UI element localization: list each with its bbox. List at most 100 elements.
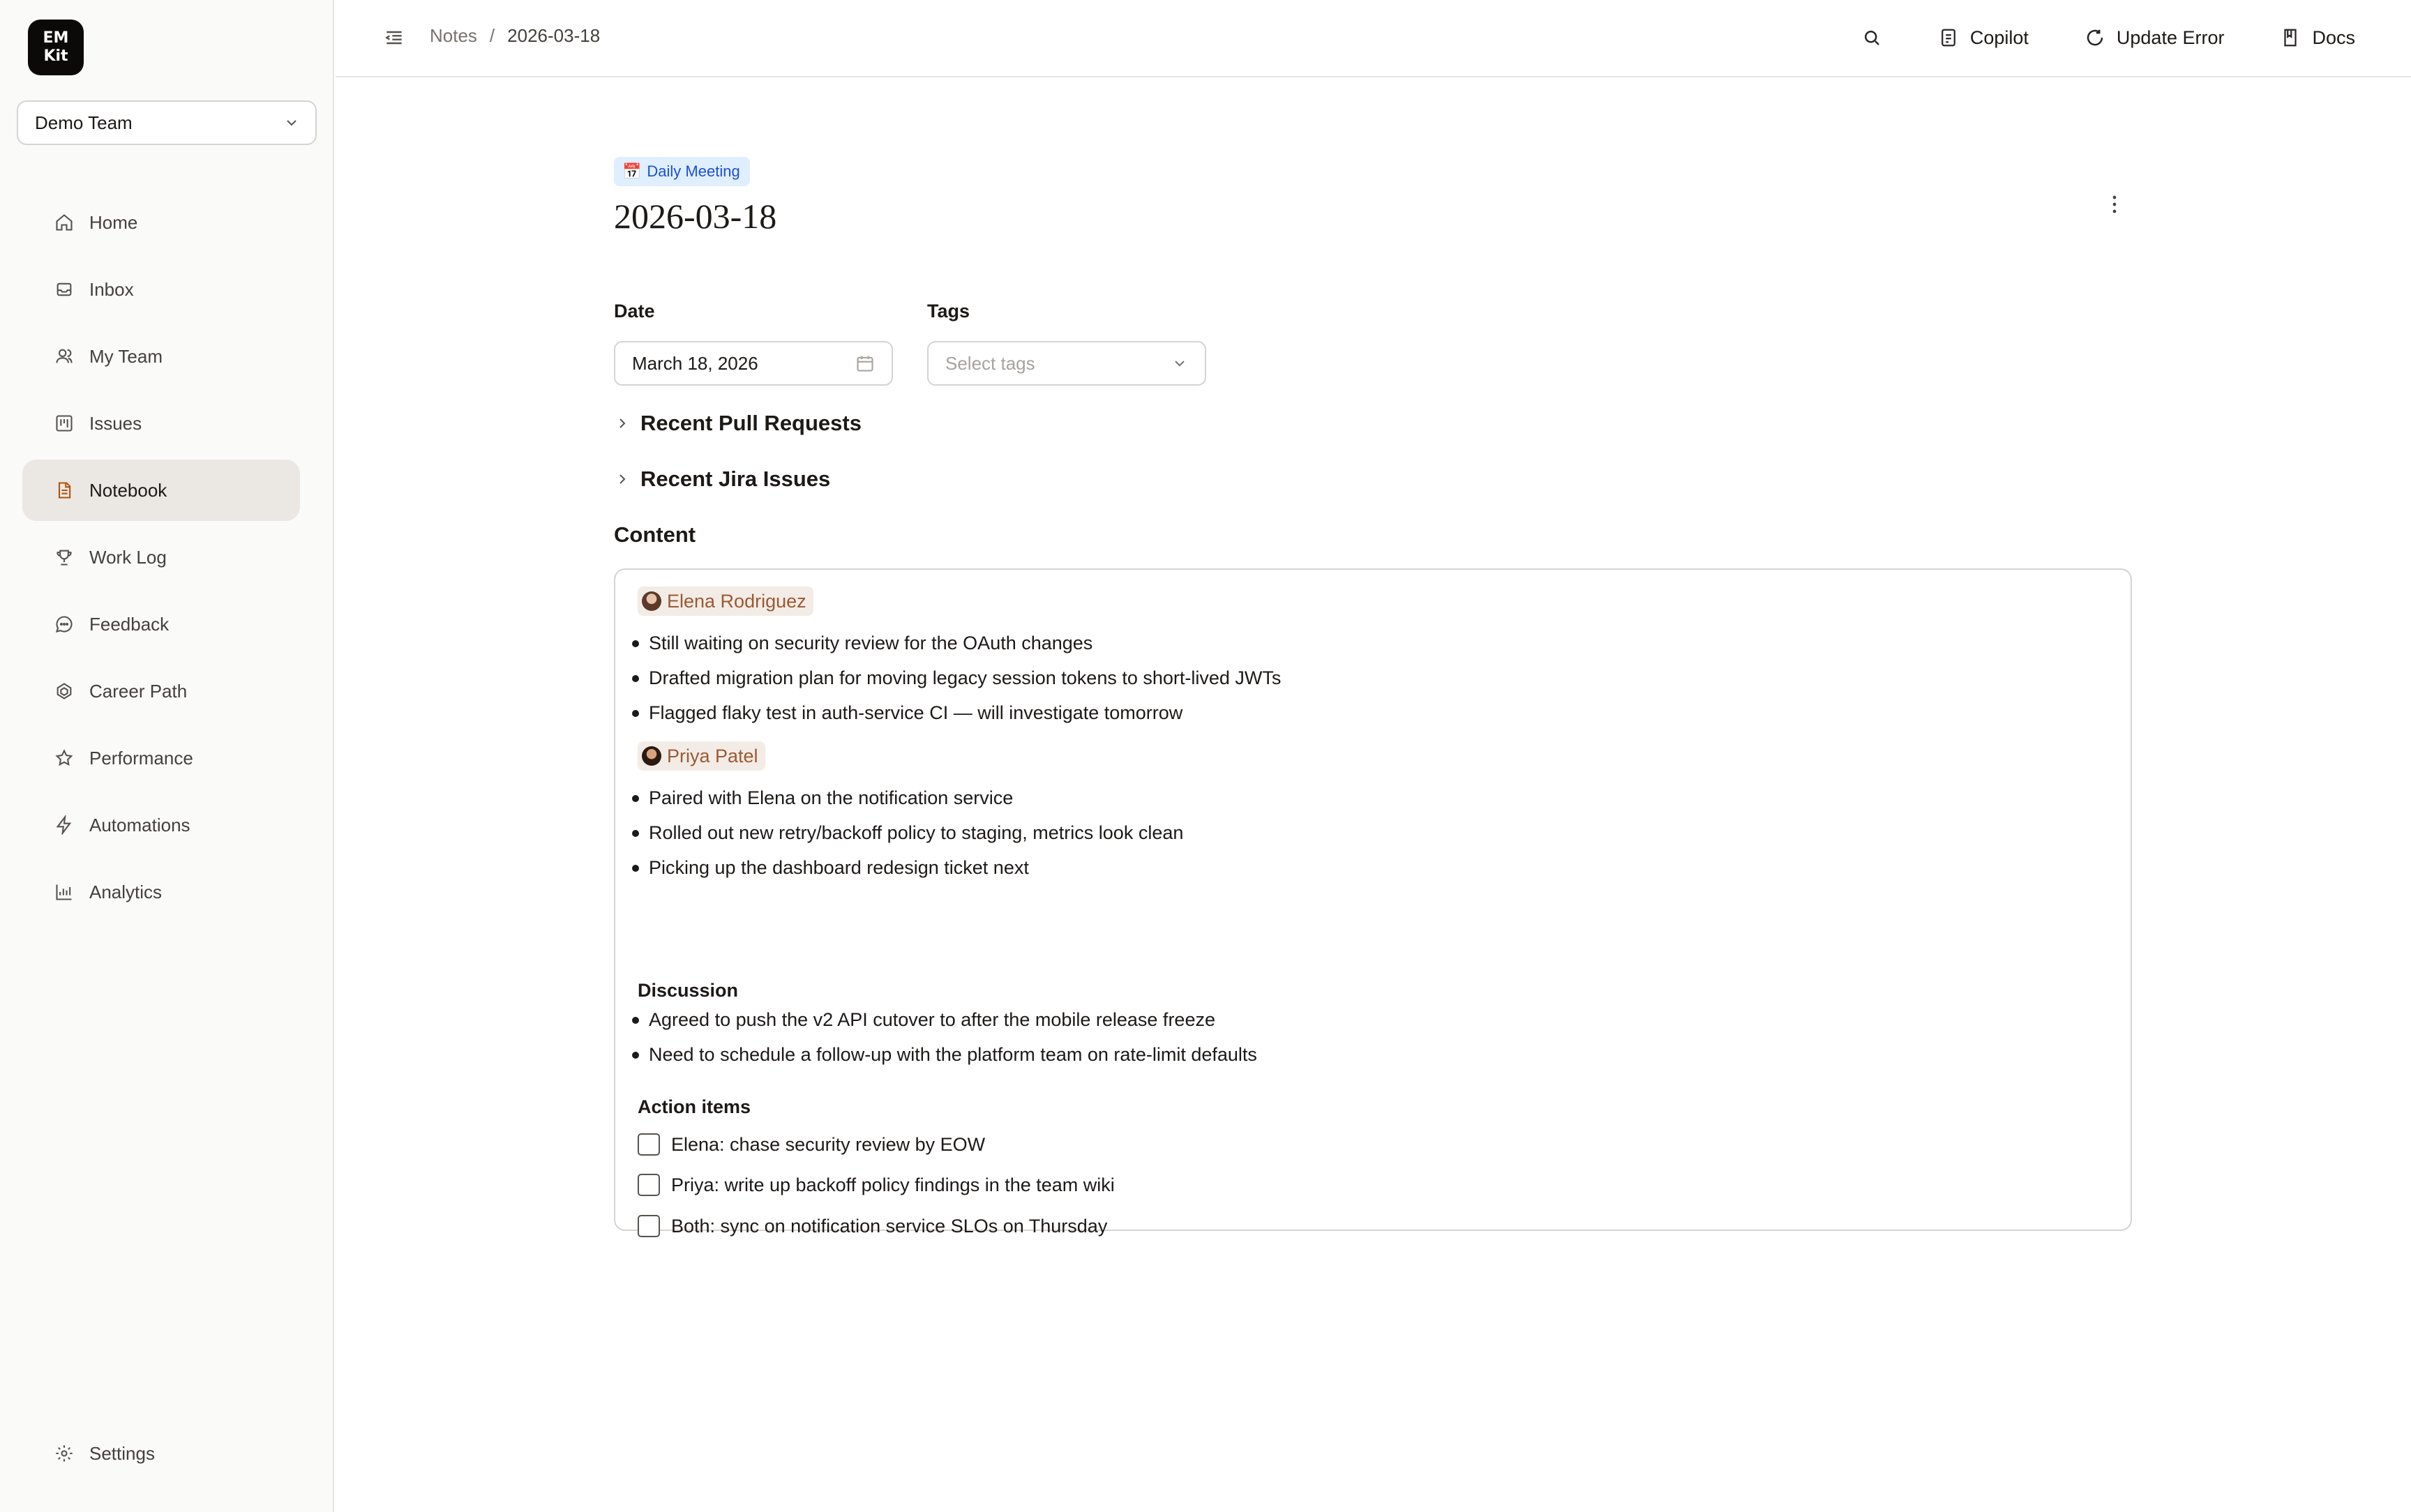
sidebar-item-label: Notebook xyxy=(89,479,167,501)
breadcrumb: Notes / 2026-03-18 xyxy=(430,25,600,47)
breadcrumb-separator: / xyxy=(489,25,495,46)
search-icon[interactable] xyxy=(1861,27,1882,48)
notebook-icon xyxy=(54,481,74,500)
sidebar-item-label: Home xyxy=(89,211,138,233)
tags-select[interactable]: Select tags xyxy=(927,341,1206,386)
sidebar-item-label: Performance xyxy=(89,747,193,769)
chart-icon xyxy=(54,882,74,902)
copilot-icon xyxy=(1938,27,1959,48)
sidebar-toggle-icon[interactable] xyxy=(383,27,405,49)
page-title[interactable]: 2026-03-18 xyxy=(614,196,776,236)
bullet-list: Paired with Elena on the notification se… xyxy=(631,780,1183,885)
chevron-right-icon xyxy=(614,415,631,432)
list-item: Picking up the dashboard redesign ticket… xyxy=(631,850,1183,885)
book-icon xyxy=(2280,27,2301,48)
sidebar-item-analytics[interactable]: Analytics xyxy=(22,861,300,923)
sidebar-item-feedback[interactable]: Feedback xyxy=(22,594,300,655)
calendar-icon xyxy=(855,354,875,373)
date-value: March 18, 2026 xyxy=(632,352,758,374)
breadcrumb-notes[interactable]: Notes xyxy=(430,25,477,47)
docs-label: Docs xyxy=(2312,27,2355,48)
docs-button[interactable]: Docs xyxy=(2280,21,2355,54)
update-error-button[interactable]: Update Error xyxy=(2085,21,2225,54)
sidebar-item-label: Automations xyxy=(89,814,190,836)
todo-item: Elena: chase security review by EOW xyxy=(638,1133,985,1156)
tags-label: Tags xyxy=(927,301,970,322)
todo-text: Elena: chase security review by EOW xyxy=(671,1133,986,1155)
action-items-heading: Action items xyxy=(638,1096,751,1117)
todo-checkbox[interactable] xyxy=(638,1133,660,1156)
breadcrumb-current: 2026-03-18 xyxy=(507,25,601,46)
todo-checkbox[interactable] xyxy=(638,1174,660,1196)
sidebar-item-performance[interactable]: Performance xyxy=(22,727,300,789)
sidebar-item-label: Issues xyxy=(89,412,142,434)
sidebar-item-label: Analytics xyxy=(89,881,163,902)
date-field[interactable]: March 18, 2026 xyxy=(614,341,893,386)
chevron-down-icon xyxy=(1171,355,1188,372)
list-item: Paired with Elena on the notification se… xyxy=(631,780,1183,815)
list-item: Drafted migration plan for moving legacy… xyxy=(631,660,1281,695)
badge-label: Daily Meeting xyxy=(647,162,740,180)
sidebar-item-label: My Team xyxy=(89,345,163,367)
sidebar-item-label: Work Log xyxy=(89,546,167,568)
section-title: Recent Jira Issues xyxy=(640,467,831,491)
refresh-icon xyxy=(2085,27,2105,48)
sidebar-item-inbox[interactable]: Inbox xyxy=(22,259,300,320)
mention-priya-patel[interactable]: Priya Patel xyxy=(638,741,765,771)
sidebar-item-work-log[interactable]: Work Log xyxy=(22,527,300,588)
update-error-label: Update Error xyxy=(2116,27,2225,48)
date-label: Date xyxy=(614,301,655,322)
sidebar-item-home[interactable]: Home xyxy=(22,192,300,253)
home-icon xyxy=(54,213,74,232)
top-actions: Copilot Update Error Docs xyxy=(1861,21,2355,54)
team-selector[interactable]: Demo Team xyxy=(17,100,317,145)
sidebar-item-notebook[interactable]: Notebook xyxy=(22,460,300,521)
note-type-badge: 📅 Daily Meeting xyxy=(614,157,750,186)
avatar xyxy=(642,591,661,611)
message-icon xyxy=(54,614,74,634)
mention-name: Elena Rodriguez xyxy=(667,590,806,612)
top-bar: Notes / 2026-03-18 Copilot Update Error … xyxy=(336,0,2411,77)
list-item: Need to schedule a follow-up with the pl… xyxy=(632,1037,1257,1072)
inbox-icon xyxy=(54,280,74,299)
copilot-button[interactable]: Copilot xyxy=(1938,21,2029,54)
logo-line-2: Kit xyxy=(43,47,68,65)
more-options-icon[interactable] xyxy=(2101,190,2128,218)
todo-item: Priya: write up backoff policy findings … xyxy=(638,1174,1115,1196)
users-icon xyxy=(54,347,74,366)
zap-icon xyxy=(54,815,74,835)
sidebar-nav: Home Inbox My Team Issues Notebook Work … xyxy=(22,192,300,928)
discussion-heading: Discussion xyxy=(638,980,739,1001)
avatar xyxy=(642,746,661,766)
chevron-down-icon xyxy=(283,114,300,131)
tags-placeholder: Select tags xyxy=(945,352,1035,374)
kanban-icon xyxy=(54,414,74,433)
sidebar: EM Kit Demo Team Home Inbox My Team Issu… xyxy=(0,0,334,1512)
content-editor[interactable]: Elena Rodriguez Still waiting on securit… xyxy=(614,568,2132,1237)
todo-text: Priya: write up backoff policy findings … xyxy=(671,1174,1115,1195)
sidebar-item-label: Feedback xyxy=(89,613,170,635)
bullet-list: Still waiting on security review for the… xyxy=(631,626,1281,730)
sidebar-item-label: Career Path xyxy=(89,680,188,702)
mention-name: Priya Patel xyxy=(667,745,758,766)
recent-pull-requests-toggle[interactable]: Recent Pull Requests xyxy=(614,411,862,436)
calendar-emoji-icon: 📅 xyxy=(622,162,642,180)
logo-line-1: EM xyxy=(43,29,69,47)
todo-text: Both: sync on notification service SLOs … xyxy=(671,1215,1108,1237)
sidebar-item-career-path[interactable]: Career Path xyxy=(22,660,300,722)
todo-checkbox[interactable] xyxy=(638,1215,660,1237)
sidebar-item-my-team[interactable]: My Team xyxy=(22,326,300,387)
sidebar-item-automations[interactable]: Automations xyxy=(22,794,300,856)
list-item: Rolled out new retry/backoff policy to s… xyxy=(631,815,1183,850)
career-icon xyxy=(54,681,74,701)
recent-jira-issues-toggle[interactable]: Recent Jira Issues xyxy=(614,467,830,492)
gear-icon xyxy=(54,1444,74,1463)
sidebar-item-settings[interactable]: Settings xyxy=(22,1423,300,1484)
sidebar-item-label: Inbox xyxy=(89,278,134,300)
app-logo[interactable]: EM Kit xyxy=(28,20,84,75)
sidebar-item-issues[interactable]: Issues xyxy=(22,393,300,454)
mention-elena-rodriguez[interactable]: Elena Rodriguez xyxy=(638,587,813,616)
note-page: 📅 Daily Meeting 2026-03-18 Date March 18… xyxy=(336,79,2411,1512)
section-title: Recent Pull Requests xyxy=(640,411,862,435)
trophy-icon xyxy=(54,547,74,567)
